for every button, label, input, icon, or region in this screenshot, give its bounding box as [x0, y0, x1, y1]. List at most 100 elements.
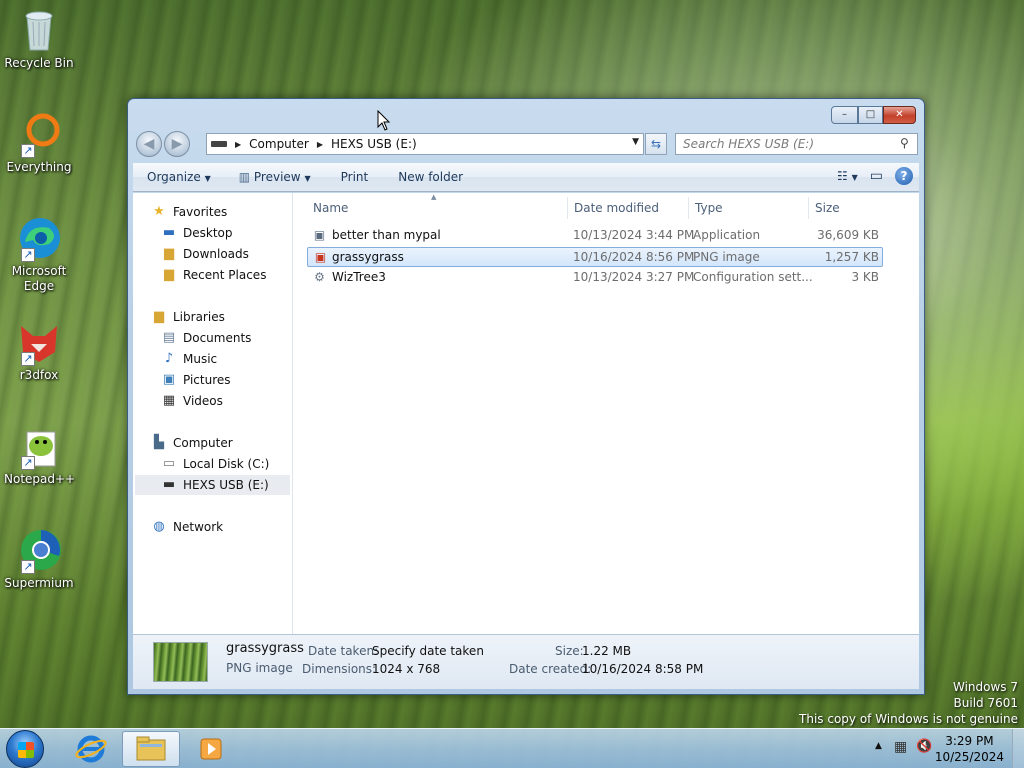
table-row[interactable]: ⚙ WizTree3 10/13/2024 3:27 PM Configurat… — [307, 268, 883, 288]
preview-pane-button[interactable]: ▭ — [870, 168, 883, 184]
details-size-value: 1.22 MB — [582, 644, 632, 658]
computer-icon: ▙ — [154, 435, 164, 450]
nav-hexs-usb[interactable]: ▬ HEXS USB (E:) — [135, 475, 290, 495]
search-icon[interactable]: ⚲ — [900, 136, 909, 150]
address-dropdown-icon[interactable]: ▼ — [632, 137, 639, 147]
nav-recent-places[interactable]: ▆ Recent Places — [161, 265, 266, 285]
file-size: 1,257 KB — [824, 250, 879, 264]
table-row[interactable]: ▣ better than mypal 10/13/2024 3:44 PM A… — [307, 226, 883, 246]
image-thumbnail — [153, 642, 208, 682]
nav-videos[interactable]: ▦ Videos — [161, 391, 223, 411]
usb-drive-icon: ▬ — [162, 477, 176, 492]
recent-places-icon: ▆ — [164, 267, 174, 282]
nav-network[interactable]: ◍ Network — [151, 517, 223, 537]
refresh-button[interactable]: ⇆ — [645, 133, 667, 155]
preview-pane-icon: ▭ — [869, 168, 883, 184]
nav-label: Documents — [183, 331, 252, 345]
organize-label: Organize — [147, 170, 201, 184]
config-file-icon: ⚙ — [314, 270, 325, 284]
column-header-size[interactable]: Size — [809, 197, 889, 219]
breadcrumb-computer[interactable]: Computer — [249, 137, 309, 151]
back-button[interactable]: ◀ — [136, 131, 162, 157]
file-type: Configuration sett... — [693, 270, 813, 284]
breadcrumb-separator-icon[interactable]: ▶ — [317, 140, 323, 149]
desktop-icon-notepad-plus-plus[interactable]: ↗ Notepad++ — [4, 422, 76, 487]
desktop-icon-edge[interactable]: ↗ Microsoft Edge — [4, 214, 74, 294]
column-header-name[interactable]: Name — [307, 197, 568, 219]
star-icon: ★ — [153, 204, 165, 219]
nav-libraries[interactable]: ▆ Libraries — [151, 307, 225, 327]
desktop-icon-recycle-bin[interactable]: Recycle Bin — [4, 6, 74, 71]
desktop-icon-label: Notepad++ — [4, 472, 76, 486]
documents-icon: ▤ — [162, 330, 176, 345]
file-date: 10/13/2024 3:27 PM — [573, 270, 695, 284]
nav-favorites[interactable]: ★ Favorites — [151, 202, 227, 222]
desktop-icon-r3dfox[interactable]: ↗ r3dfox — [4, 318, 74, 383]
preview-icon: ▥ — [238, 170, 254, 184]
file-size: 3 KB — [851, 270, 879, 284]
nav-computer[interactable]: ▙ Computer — [151, 433, 233, 453]
desktop-icon-label: r3dfox — [19, 368, 59, 382]
show-hidden-icons-icon[interactable]: ▲ — [875, 741, 882, 751]
close-button[interactable]: ✕ — [883, 106, 916, 124]
search-input[interactable]: Search HEXS USB (E:) — [675, 133, 918, 155]
column-header-type[interactable]: Type — [689, 197, 809, 219]
show-desktop-button[interactable] — [1012, 729, 1024, 768]
details-file-name: grassygrass — [226, 641, 304, 656]
details-dimensions-label: Dimensions: — [302, 662, 377, 676]
print-button[interactable]: Print — [321, 170, 379, 184]
forward-button[interactable]: ▶ — [164, 131, 190, 157]
network-status-icon[interactable]: ▦ — [894, 739, 907, 755]
change-view-button[interactable]: ☷ ▼ — [837, 169, 858, 183]
shortcut-arrow-icon: ↗ — [21, 144, 35, 158]
sort-ascending-icon: ▲ — [431, 193, 437, 201]
file-list: Name Date modified Type Size ▲ ▣ better … — [295, 193, 919, 636]
desktop-icon-everything[interactable]: ↗ Everything — [4, 110, 74, 175]
everything-search-icon: ↗ — [15, 110, 63, 158]
address-bar[interactable]: ▶ Computer ▶ HEXS USB (E:) ▼ — [206, 133, 644, 155]
nav-label: Downloads — [183, 247, 249, 261]
file-date: 10/16/2024 8:56 PM — [573, 250, 695, 264]
nav-music[interactable]: ♪ Music — [161, 349, 217, 369]
details-date-taken-value[interactable]: Specify date taken — [372, 644, 484, 658]
nav-pictures[interactable]: ▣ Pictures — [161, 370, 231, 390]
nav-documents[interactable]: ▤ Documents — [161, 328, 252, 348]
breadcrumb-separator-icon[interactable]: ▶ — [235, 140, 241, 149]
nav-label: Libraries — [173, 310, 225, 324]
application-icon: ▣ — [313, 228, 326, 242]
navigation-pane[interactable]: ★ Favorites ▬ Desktop ▆ Downloads ▆ Recent P… — [133, 193, 293, 636]
network-icon: ◍ — [153, 519, 165, 534]
taskbar-file-explorer[interactable] — [122, 731, 180, 767]
png-image-icon: ▣ — [314, 250, 327, 264]
nav-local-disk[interactable]: ▭ Local Disk (C:) — [161, 454, 269, 474]
chevron-down-icon: ▼ — [204, 174, 211, 183]
nav-label: HEXS USB (E:) — [183, 478, 269, 492]
preview-button[interactable]: ▥ Preview ▼ — [221, 170, 321, 184]
taskbar-media-player[interactable] — [182, 731, 240, 767]
libraries-icon: ▆ — [154, 309, 164, 324]
help-icon[interactable]: ? — [895, 167, 913, 185]
windows-logo-icon — [18, 742, 34, 758]
organize-button[interactable]: Organize ▼ — [133, 170, 221, 184]
taskbar-internet-explorer[interactable] — [62, 731, 120, 767]
table-row[interactable]: ▣ grassygrass 10/16/2024 8:56 PM PNG ima… — [307, 247, 883, 267]
column-header-date[interactable]: Date modified — [568, 197, 689, 219]
nav-label: Desktop — [183, 226, 233, 240]
start-button[interactable] — [6, 730, 44, 768]
clock[interactable]: 3:29 PM 10/25/2024 — [935, 733, 1004, 765]
desktop-icon-supermium[interactable]: ↗ Supermium — [4, 526, 74, 591]
watermark-line: Build 7601 — [953, 696, 1018, 710]
details-size-label: Size: — [555, 644, 584, 658]
minimize-button[interactable]: – — [831, 106, 858, 124]
media-player-icon — [200, 738, 222, 760]
nav-label: Recent Places — [183, 268, 267, 282]
new-folder-button[interactable]: New folder — [378, 170, 473, 184]
breadcrumb-hexs-usb[interactable]: HEXS USB (E:) — [331, 137, 417, 151]
nav-desktop[interactable]: ▬ Desktop — [161, 223, 233, 243]
volume-muted-icon[interactable]: 🔇 — [916, 739, 932, 754]
nav-downloads[interactable]: ▆ Downloads — [161, 244, 249, 264]
nav-label: Computer — [173, 436, 233, 450]
recycle-bin-icon — [15, 6, 63, 54]
view-controls: ☷ ▼ ▭ ? — [837, 167, 913, 185]
maximize-button[interactable]: □ — [858, 106, 883, 124]
